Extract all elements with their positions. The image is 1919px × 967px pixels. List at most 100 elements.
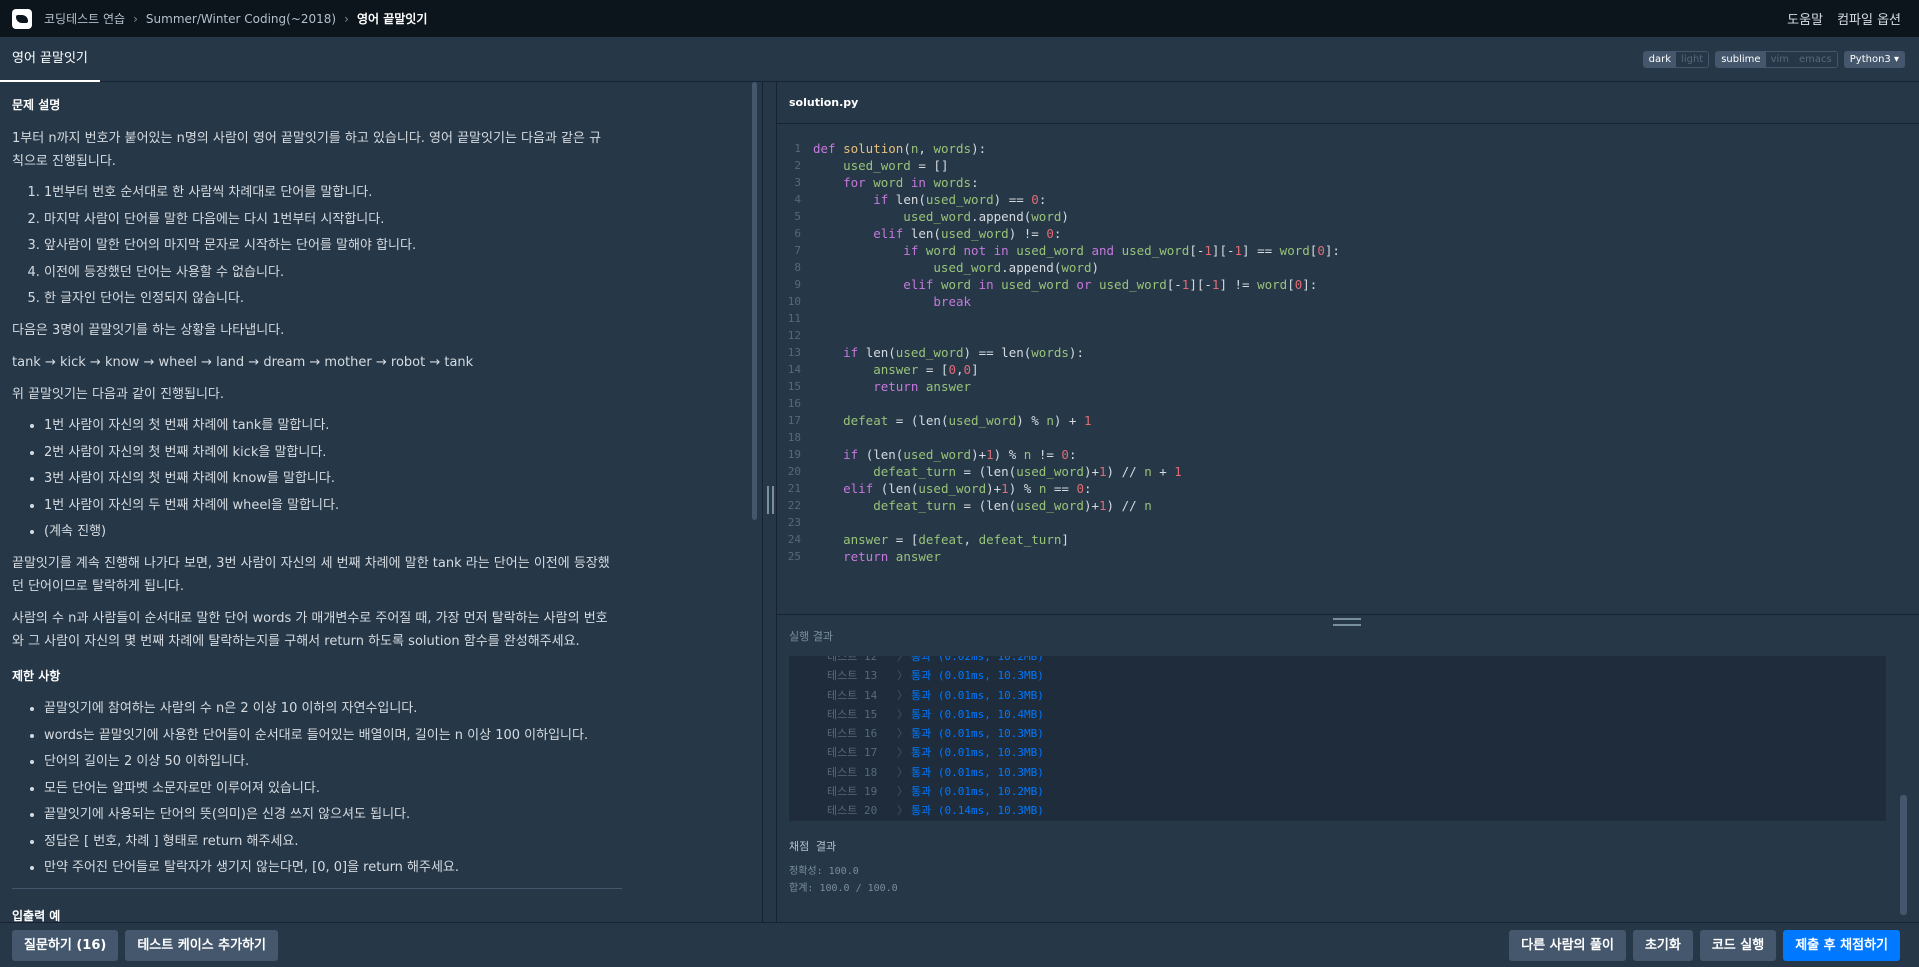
code-line[interactable]: 15 return answer xyxy=(777,378,1919,395)
code-line[interactable]: 10 break xyxy=(777,293,1919,310)
code-token: len( xyxy=(865,345,896,360)
constraint-item: 끝말잇기에 참여하는 사람의 수 n은 2 이상 10 이하의 자연수입니다. xyxy=(44,698,610,719)
problem-title-tab[interactable]: 영어 끝말잇기 xyxy=(0,37,100,82)
code-line[interactable]: 14 answer = [0,0] xyxy=(777,361,1919,378)
line-number: 8 xyxy=(794,261,801,274)
rule-item: 1번부터 번호 순서대로 한 사람씩 차례대로 단어를 말합니다. xyxy=(44,182,610,203)
code-line[interactable]: 19 if (len(used_word)+1) % n != 0: xyxy=(777,446,1919,463)
line-number: 9 xyxy=(794,278,801,291)
drag-handle-icon[interactable] xyxy=(767,486,774,514)
code-token: elif xyxy=(813,226,911,241)
keymap-emacs-option[interactable]: emacs xyxy=(1794,51,1837,67)
code-token: ]: xyxy=(1302,277,1318,292)
code-text: defeat_turn = (len(used_word)+1) // n xyxy=(813,497,1152,514)
code-line[interactable]: 2 used_word = [] xyxy=(777,157,1919,174)
line-number: 11 xyxy=(787,312,801,325)
code-token: ) // xyxy=(1106,498,1145,513)
code-token: 0 xyxy=(1046,226,1054,241)
chevron-right-icon: 〉 xyxy=(897,765,908,779)
line-number: 14 xyxy=(787,363,801,376)
rule-item: 한 글자인 단어는 인정되지 않습니다. xyxy=(44,288,610,309)
code-line[interactable]: 20 defeat_turn = (len(used_word)+1) // n… xyxy=(777,463,1919,480)
rule-item: 이전에 등장했던 단어는 사용할 수 없습니다. xyxy=(44,262,610,283)
code-token: len( xyxy=(895,192,926,207)
theme-dark-option[interactable]: dark xyxy=(1643,51,1677,67)
code-token: defeat xyxy=(918,532,964,547)
chevron-right-icon: 〉 xyxy=(897,746,908,760)
code-line[interactable]: 17 defeat = (len(used_word) % n) + 1 xyxy=(777,412,1919,429)
results-console[interactable]: 테스트 12 〉 통과 (0.02ms, 10.2MB) 테스트 13 〉 통과 (0.0… xyxy=(789,656,1886,821)
summary-total: 합계: 100.0 / 100.0 xyxy=(789,883,898,894)
ask-question-button[interactable]: 질문하기 (16) xyxy=(12,929,119,961)
code-token: if xyxy=(813,243,926,258)
code-line[interactable]: 3 for word in words: xyxy=(777,174,1919,191)
problem-task: 사람의 수 n과 사람들이 순서대로 말한 단어 words 가 매개변수로 주… xyxy=(12,611,608,649)
breadcrumb-item-category[interactable]: Summer/Winter Coding(~2018) xyxy=(146,12,336,26)
add-testcase-button[interactable]: 테스트 케이스 추가하기 xyxy=(125,929,278,961)
grading-summary: 채점 결과 정확성: 100.0 합계: 100.0 / 100.0 xyxy=(789,838,898,897)
panel-divider[interactable] xyxy=(762,82,777,922)
code-line[interactable]: 4 if len(used_word) == 0: xyxy=(777,191,1919,208)
code-line[interactable]: 8 used_word.append(word) xyxy=(777,259,1919,276)
code-token: used_word xyxy=(940,226,1009,241)
code-token: = [] xyxy=(910,158,949,173)
chevron-right-icon: › xyxy=(344,11,349,26)
code-text: answer = [0,0] xyxy=(813,361,978,378)
rules-list: 1번부터 번호 순서대로 한 사람씩 차례대로 단어를 말합니다. 마지막 사람… xyxy=(44,182,610,309)
chevron-right-icon: 〉 xyxy=(897,656,908,663)
code-token: break xyxy=(813,294,972,309)
help-link[interactable]: 도움말 xyxy=(1787,9,1823,28)
keymap-vim-option[interactable]: vim xyxy=(1765,51,1795,67)
code-token: word xyxy=(1279,243,1310,258)
problem-scrollbar[interactable] xyxy=(752,82,757,520)
run-code-button[interactable]: 코드 실행 xyxy=(1699,929,1777,961)
code-token: : xyxy=(1053,226,1062,241)
code-token: len( xyxy=(888,481,919,496)
others-solution-button[interactable]: 다른 사람의 풀이 xyxy=(1509,929,1626,961)
code-line[interactable]: 25 return answer xyxy=(777,548,1919,565)
resize-handle-icon[interactable] xyxy=(1333,618,1361,626)
code-line[interactable]: 13 if len(used_word) == len(words): xyxy=(777,344,1919,361)
code-line[interactable]: 9 elif word in used_word or used_word[-1… xyxy=(777,276,1919,293)
code-token: 1 xyxy=(1099,464,1107,479)
progress-item: 1번 사람이 자신의 첫 번째 차례에 tank를 말합니다. xyxy=(44,415,610,436)
code-token: ) % xyxy=(1008,481,1039,496)
breadcrumb-item-practice[interactable]: 코딩테스트 연습 xyxy=(44,10,125,27)
code-line[interactable]: 24 answer = [defeat, defeat_turn] xyxy=(777,531,1919,548)
test-result-row: 테스트 20 〉 통과 (0.14ms, 10.3MB) xyxy=(827,801,1886,820)
logo-icon[interactable] xyxy=(12,8,32,29)
language-value: Python3 xyxy=(1849,53,1891,65)
code-token: )+ xyxy=(1083,464,1100,479)
chevron-right-icon: 〉 xyxy=(897,727,908,741)
code-line[interactable]: 5 used_word.append(word) xyxy=(777,208,1919,225)
code-editor[interactable]: 1 def solution(n, words): 2 used_word = []… xyxy=(777,124,1919,614)
code-token: len( xyxy=(986,464,1017,479)
code-line[interactable]: 21 elif (len(used_word)+1) % n == 0: xyxy=(777,480,1919,497)
submit-button[interactable]: 제출 후 채점하기 xyxy=(1783,929,1900,961)
compile-options-link[interactable]: 컴파일 옵션 xyxy=(1837,9,1901,28)
code-line[interactable]: 7 if word not in used_word and used_word… xyxy=(777,242,1919,259)
test-result-row: 테스트 19 〉 통과 (0.01ms, 10.2MB) xyxy=(827,782,1886,801)
divider xyxy=(12,888,622,889)
code-token: words xyxy=(933,141,972,156)
code-token: [ xyxy=(1287,277,1295,292)
results-scrollbar[interactable] xyxy=(1900,795,1907,915)
code-token: used_word xyxy=(918,481,987,496)
code-line[interactable]: 1 def solution(n, words): xyxy=(777,140,1919,157)
progress-item: (계속 진행) xyxy=(44,521,610,542)
code-line[interactable]: 6 elif len(used_word) != 0: xyxy=(777,225,1919,242)
code-line[interactable]: 11 xyxy=(777,310,1919,327)
code-line[interactable]: 18 xyxy=(777,429,1919,446)
code-token: ] != xyxy=(1219,277,1258,292)
code-token: ) % xyxy=(1016,413,1047,428)
keymap-sublime-option[interactable]: sublime xyxy=(1716,51,1766,67)
section-heading-io: 입출력 예 xyxy=(12,909,61,922)
language-select[interactable]: Python3 ▾ xyxy=(1843,50,1905,68)
code-line[interactable]: 16 xyxy=(777,395,1919,412)
code-token: ) == xyxy=(963,345,1002,360)
code-line[interactable]: 23 xyxy=(777,514,1919,531)
code-line[interactable]: 22 defeat_turn = (len(used_word)+1) // n xyxy=(777,497,1919,514)
reset-button[interactable]: 초기화 xyxy=(1632,929,1693,961)
theme-light-option[interactable]: light xyxy=(1676,51,1709,67)
code-line[interactable]: 12 xyxy=(777,327,1919,344)
